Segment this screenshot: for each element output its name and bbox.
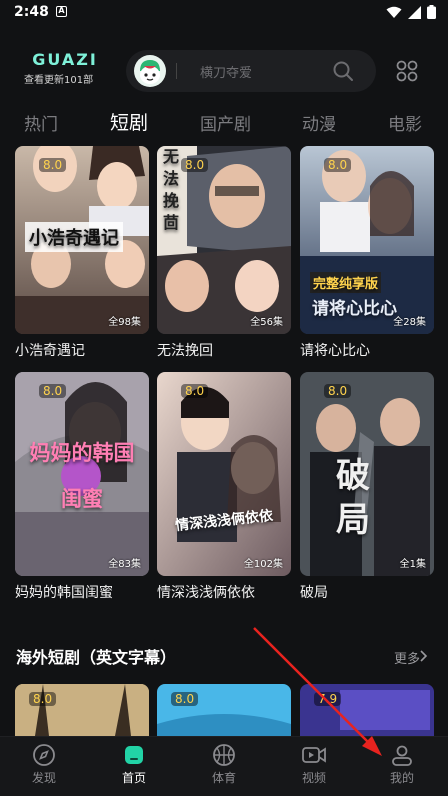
poster-title: 破局 xyxy=(336,456,370,540)
episode-count: 全83集 xyxy=(108,559,141,570)
episode-count: 全1集 xyxy=(399,559,426,570)
nav-label: 首页 xyxy=(121,771,146,785)
wifi-icon xyxy=(386,6,402,18)
category-grid-icon[interactable] xyxy=(396,60,418,82)
poster-image[interactable]: 破局 8.0 全1集 xyxy=(300,372,434,576)
nav-label: 发现 xyxy=(31,771,56,785)
episode-count: 全98集 xyxy=(108,317,141,328)
drama-card[interactable]: 破局 8.0 全1集 破局 xyxy=(300,372,434,602)
drama-title[interactable]: 情深浅浅俩依依 xyxy=(157,582,291,602)
search-bar[interactable]: 横刀夺爱 xyxy=(126,50,376,92)
system-icons xyxy=(386,5,436,19)
nav-discover[interactable]: 发现 xyxy=(14,743,74,786)
poster-title: 无法挽茴 xyxy=(163,147,180,232)
drama-title[interactable]: 妈妈的韩国闺蜜 xyxy=(15,582,149,602)
drama-card[interactable]: 小浩奇遇记 8.0 全98集 小浩奇遇记 xyxy=(15,146,149,360)
status-bar: 2:48 A xyxy=(0,0,448,26)
drama-card[interactable]: 妈妈的韩国闺蜜 8.0 全83集 妈妈的韩国闺蜜 xyxy=(15,372,149,602)
notification-badge: A xyxy=(56,6,67,17)
poster-image[interactable]: 情深浅浅俩依依 8.0 全102集 xyxy=(157,372,291,576)
rating-badge: 8.0 xyxy=(171,692,199,706)
rating-badge: 8.0 xyxy=(39,158,67,172)
more-link[interactable]: 更多 xyxy=(394,648,420,667)
poster-title: 请将心比心 xyxy=(312,299,397,319)
drama-title[interactable]: 请将心比心 xyxy=(300,340,434,360)
tab-movie[interactable]: 电影 xyxy=(388,110,422,135)
search-divider xyxy=(176,63,177,79)
episode-count: 全56集 xyxy=(250,317,283,328)
overseas-card[interactable]: 7.9 xyxy=(300,684,434,736)
battery-icon xyxy=(427,5,436,19)
signal-icon xyxy=(408,5,421,19)
overseas-card[interactable]: 8.0 xyxy=(157,684,291,736)
tab-short-drama[interactable]: 短剧 xyxy=(110,108,148,135)
search-input[interactable]: 横刀夺爱 xyxy=(200,62,252,81)
nav-label: 体育 xyxy=(211,771,236,785)
nav-label: 我的 xyxy=(389,771,414,785)
brand-name: GUAZI xyxy=(32,50,98,69)
rating-badge: 8.0 xyxy=(39,384,67,398)
drama-card[interactable]: 无法挽茴 8.0 全56集 无法挽回 xyxy=(157,146,291,360)
poster-image[interactable]: 小浩奇遇记 8.0 全98集 xyxy=(15,146,149,334)
home-icon xyxy=(125,746,143,764)
rating-badge: 8.0 xyxy=(324,158,352,172)
profile-icon xyxy=(392,745,412,766)
poster-title: 妈妈的韩国闺蜜 xyxy=(29,441,135,511)
tab-anime[interactable]: 动漫 xyxy=(302,110,336,135)
chevron-right-icon[interactable] xyxy=(420,650,428,662)
nav-video[interactable]: 视频 xyxy=(284,743,344,786)
drama-title[interactable]: 无法挽回 xyxy=(157,340,291,360)
search-icon[interactable] xyxy=(332,60,354,82)
tab-hot[interactable]: 热门 xyxy=(24,110,58,135)
rating-badge: 8.0 xyxy=(181,158,209,172)
nav-profile[interactable]: 我的 xyxy=(372,743,432,786)
drama-card[interactable]: 情深浅浅俩依依 8.0 全102集 情深浅浅俩依依 xyxy=(157,372,291,602)
episode-count: 全28集 xyxy=(393,317,426,328)
section-title: 海外短剧（英文字幕） xyxy=(16,648,177,667)
basketball-icon xyxy=(213,744,235,766)
bottom-navigation: 发现 首页 体育 视频 我的 xyxy=(0,736,448,796)
rating-badge: 7.9 xyxy=(314,692,342,706)
poster-image[interactable]: 完整纯享版 请将心比心 8.0 全28集 xyxy=(300,146,434,334)
overseas-card[interactable]: 8.0 xyxy=(15,684,149,736)
poster-image[interactable]: 妈妈的韩国闺蜜 8.0 全83集 xyxy=(15,372,149,576)
poster-badge: 完整纯享版 xyxy=(310,272,382,293)
app-header: GUAZI 查看更新101部 横刀夺爱 xyxy=(0,44,448,100)
category-tabs: 热门 短剧 国产剧 动漫 电影 xyxy=(0,104,448,140)
poster-title: 小浩奇遇记 xyxy=(25,222,123,252)
rating-badge: 8.0 xyxy=(29,692,57,706)
episode-count: 全102集 xyxy=(243,559,283,570)
compass-icon xyxy=(33,744,55,766)
drama-title[interactable]: 破局 xyxy=(300,582,434,602)
update-count: 查看更新101部 xyxy=(24,75,94,86)
video-icon xyxy=(302,747,326,763)
rating-badge: 8.0 xyxy=(181,384,209,398)
drama-title[interactable]: 小浩奇遇记 xyxy=(15,340,149,360)
nav-label: 视频 xyxy=(301,771,326,785)
app-logo[interactable]: GUAZI 查看更新101部 xyxy=(24,50,106,86)
drama-card[interactable]: 完整纯享版 请将心比心 8.0 全28集 请将心比心 xyxy=(300,146,434,360)
poster-image[interactable]: 无法挽茴 8.0 全56集 xyxy=(157,146,291,334)
nav-home[interactable]: 首页 xyxy=(104,743,164,786)
mascot-avatar[interactable] xyxy=(134,55,166,87)
tab-domestic-drama[interactable]: 国产剧 xyxy=(200,110,251,135)
rating-badge: 8.0 xyxy=(324,384,352,398)
status-time: 2:48 xyxy=(14,4,49,20)
nav-sports[interactable]: 体育 xyxy=(194,743,254,786)
